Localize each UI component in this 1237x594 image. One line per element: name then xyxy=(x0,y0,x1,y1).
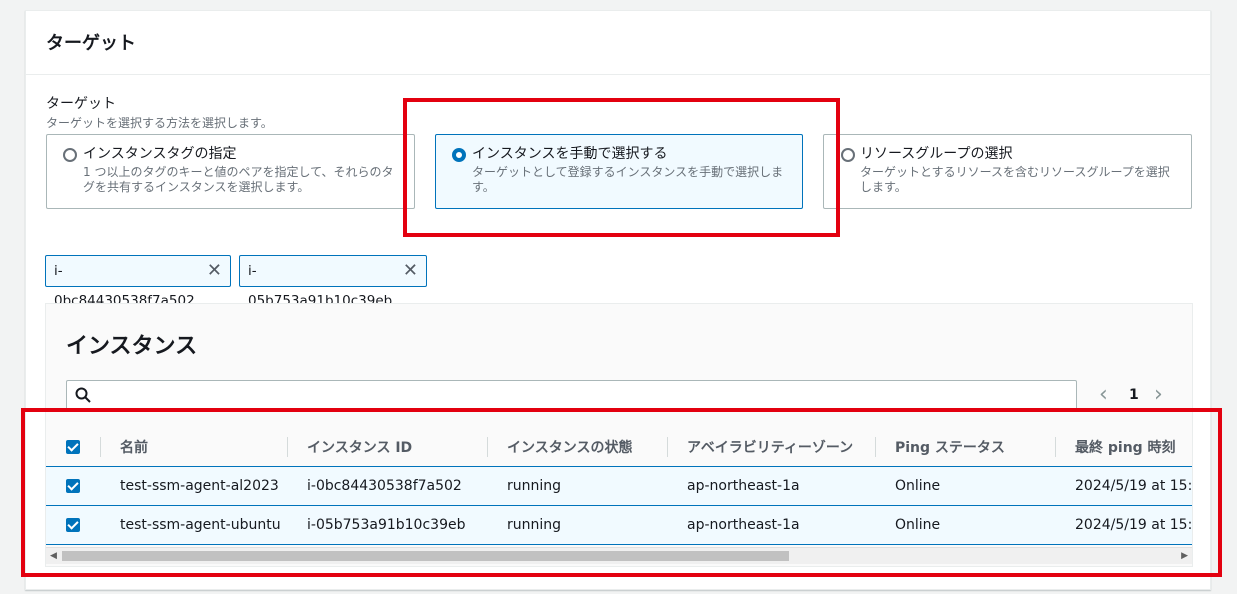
search-input[interactable] xyxy=(66,380,1077,410)
panel-header: ターゲット xyxy=(26,11,1210,75)
close-icon[interactable]: ✕ xyxy=(207,256,222,286)
highlight-annotation xyxy=(403,98,840,237)
search-icon xyxy=(75,387,91,403)
instance-token: i-05b753a91b10c39eb ✕ xyxy=(239,255,427,309)
option-description: 1 つ以上のタグのキーと値のペアを指定して、それらのタ グを共有するインスタンスを… xyxy=(83,165,394,194)
option-title: リソースグループの選択 xyxy=(860,146,1013,162)
close-icon[interactable]: ✕ xyxy=(403,256,418,286)
radio-resource-group[interactable] xyxy=(841,148,855,162)
option-title: インスタンスタグの指定 xyxy=(83,146,237,162)
target-field-description: ターゲットを選択する方法を選択します。 xyxy=(46,116,273,130)
radio-instance-tags[interactable] xyxy=(63,148,77,162)
instance-token: i-0bc84430538f7a502 ✕ xyxy=(45,255,231,309)
option-description: ターゲットとするリソースを含むリソースグループを選択 します。 xyxy=(860,165,1170,194)
highlight-annotation xyxy=(21,408,1222,577)
option-resource-group[interactable]: リソースグループの選択 ターゲットとするリソースを含むリソースグループを選択 しま… xyxy=(823,134,1192,209)
page-number[interactable]: 1 xyxy=(1129,387,1139,403)
chevron-left-icon[interactable]: ‹ xyxy=(1099,384,1108,406)
chevron-right-icon[interactable]: › xyxy=(1154,384,1163,406)
panel-title: ターゲット xyxy=(46,33,136,54)
instances-title: インスタンス xyxy=(66,334,198,359)
option-instance-tags[interactable]: インスタンスタグの指定 1 つ以上のタグのキーと値のペアを指定して、それらのタグ… xyxy=(46,134,415,209)
target-field-label: ターゲット xyxy=(46,96,116,112)
